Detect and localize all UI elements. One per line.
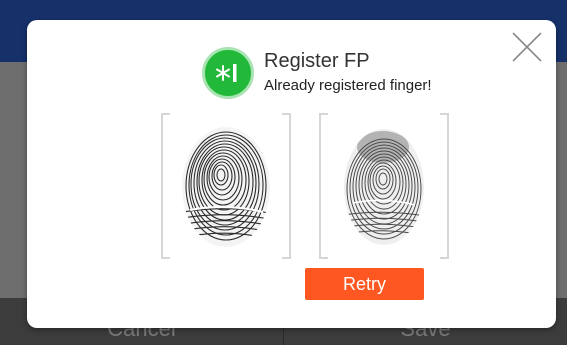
close-icon[interactable] (510, 30, 544, 64)
fingerprint-image (344, 129, 424, 245)
register-fp-dialog: Register FP Already registered finger! R… (27, 20, 556, 328)
retry-button[interactable]: Retry (305, 268, 424, 300)
fingerprint-scan-1 (161, 113, 291, 259)
fingerprint-scan-2 (319, 113, 449, 259)
fingerprint-app-icon (202, 47, 254, 99)
status-message: Already registered finger! (264, 77, 432, 94)
dialog-title: Register FP (264, 50, 370, 72)
dialog-header: Register FP Already registered finger! (202, 46, 432, 100)
fingerprint-image (182, 127, 270, 247)
